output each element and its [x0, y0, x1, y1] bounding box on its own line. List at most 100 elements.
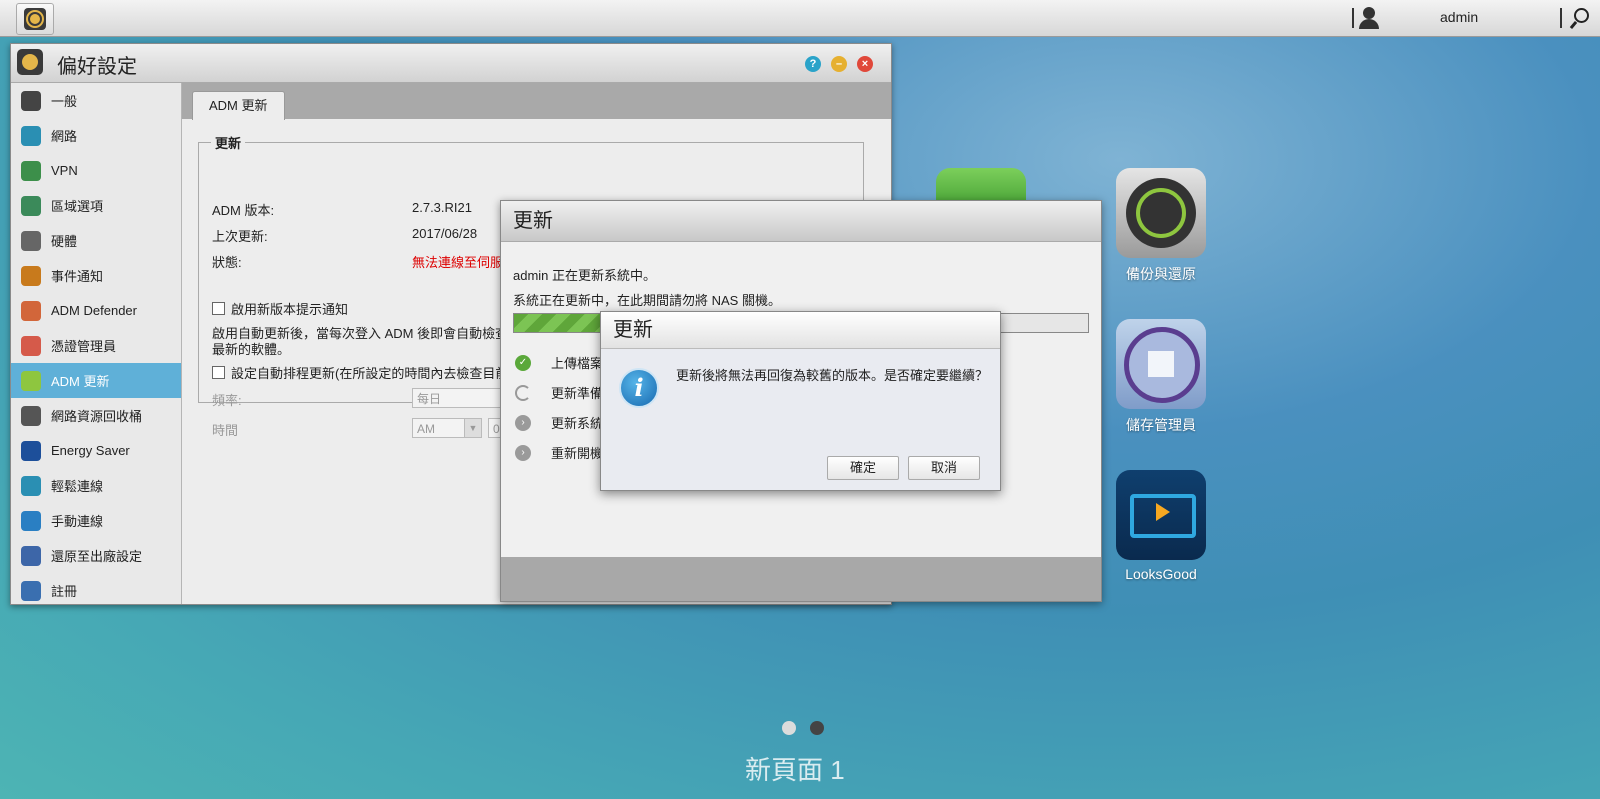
firewall-icon [21, 300, 41, 321]
desktop-page-label: 新頁面 1 [745, 755, 845, 785]
chevron-right-icon: › [515, 444, 531, 461]
page-dot[interactable] [782, 721, 796, 735]
sidebar-item[interactable]: 手動連線 [11, 503, 181, 538]
vpn-house-icon [21, 160, 41, 181]
sidebar-item[interactable]: 事件通知 [11, 258, 181, 293]
schedule-checkbox[interactable]: 設定自動排程更新(在所設定的時間內去檢查目前是 [212, 363, 521, 382]
tab-bar: ADM 更新 [182, 83, 891, 120]
frequency-label: 頻率: [212, 393, 242, 408]
adm-version-label: ADM 版本: [212, 203, 275, 218]
server-icon [21, 90, 41, 111]
manual-connect-icon [21, 510, 41, 531]
sidebar-item[interactable]: Energy Saver [11, 433, 181, 468]
group-title: 更新 [215, 136, 242, 151]
step-item: › 更新系統 [515, 413, 603, 432]
desktop-icon-label: LooksGood [1125, 566, 1197, 582]
sidebar-item[interactable]: ADM Defender [11, 293, 181, 328]
time-label: 時間 [212, 423, 239, 438]
info-icon: i [619, 368, 659, 408]
register-icon [21, 580, 41, 601]
dialog-message: 更新後將無法再回復為較舊的版本。是否確定要繼續？ [676, 368, 989, 383]
restore-icon [21, 545, 41, 566]
help-icon[interactable]: ? [805, 56, 821, 72]
desktop-icon-partial[interactable] [936, 168, 1026, 202]
sidebar-item-label: 憑證管理員 [51, 339, 117, 354]
checkbox-label: 設定自動排程更新(在所設定的時間內去檢查目前是 [231, 366, 522, 381]
sidebar-item-label: ADM Defender [51, 303, 137, 318]
ampm-select[interactable]: AM ▼ [412, 418, 482, 438]
desktop-icon-label: 儲存管理員 [1126, 417, 1196, 433]
sidebar-item-label: VPN [51, 163, 78, 178]
window-footer [501, 557, 1101, 601]
chevron-right-icon: › [515, 414, 531, 431]
sidebar-item[interactable]: ADM 更新 [11, 363, 181, 398]
search-icon[interactable] [1569, 8, 1589, 30]
window-titlebar[interactable]: 偏好設定 ? – × [11, 44, 891, 83]
enable-notify-checkbox[interactable]: 啟用新版本提示通知 [212, 299, 348, 318]
spinner-icon [515, 384, 531, 401]
separator [1560, 8, 1562, 28]
sidebar-item-label: 事件通知 [51, 269, 104, 284]
sidebar-item-label: ADM 更新 [51, 374, 110, 389]
cancel-button[interactable]: 取消 [908, 456, 980, 480]
alert-icon [21, 265, 41, 286]
sidebar-item[interactable]: 憑證管理員 [11, 328, 181, 363]
tab-adm-update[interactable]: ADM 更新 [192, 91, 285, 120]
sidebar-item[interactable]: 還原至出廠設定 [11, 538, 181, 573]
sidebar-item[interactable]: 網路 [11, 118, 181, 153]
frequency-select[interactable]: 每日 [412, 388, 502, 408]
checkbox[interactable] [212, 302, 225, 315]
gear-icon [17, 49, 43, 75]
step-label: 上傳檔案 [551, 356, 604, 371]
top-taskbar: admin [0, 0, 1600, 37]
close-icon[interactable]: × [857, 56, 873, 72]
desktop-icon-looksgood[interactable]: LooksGood [1116, 470, 1206, 582]
app-icon [936, 168, 1026, 202]
window-title[interactable]: 更新 [501, 201, 1101, 242]
gear-icon [24, 8, 46, 30]
user-icon[interactable] [1358, 7, 1380, 29]
window-title: 偏好設定 [57, 56, 137, 78]
ok-button[interactable]: 確定 [827, 456, 899, 480]
sidebar-item-label: Energy Saver [51, 443, 130, 458]
certificate-icon [21, 335, 41, 356]
dialog-title[interactable]: 更新 [601, 312, 1000, 349]
hardware-disk-icon [21, 230, 41, 251]
desktop-icon-label: 備份與還原 [1126, 266, 1196, 282]
update-arrow-icon [21, 370, 41, 391]
step-label: 更新準備 [551, 386, 604, 401]
sidebar-item[interactable]: 輕鬆連線 [11, 468, 181, 503]
sidebar-item-label: 網路資源回收桶 [51, 409, 143, 424]
chevron-down-icon: ▼ [464, 419, 481, 437]
checkbox-label: 啟用新版本提示通知 [231, 302, 349, 317]
desktop-icon-backup[interactable]: 備份與還原 [1116, 168, 1206, 284]
storage-manager-icon [1116, 319, 1206, 409]
cloud-connect-icon [21, 475, 41, 496]
recycle-bin-icon [21, 405, 41, 426]
confirm-dialog: 更新 i 更新後將無法再回復為較舊的版本。是否確定要繼續？ 確定 取消 [600, 311, 1001, 491]
sidebar-item[interactable]: 一般 [11, 83, 181, 118]
sidebar-item[interactable]: 硬體 [11, 223, 181, 258]
update-status-line: admin 正在更新系統中。 [513, 268, 657, 283]
auto-update-description: 最新的軟體。 [212, 342, 291, 357]
sidebar-item[interactable]: VPN [11, 153, 181, 188]
minimize-icon[interactable]: – [831, 56, 847, 72]
sidebar-item[interactable]: 區域選項 [11, 188, 181, 223]
sidebar-item[interactable]: 網路資源回收桶 [11, 398, 181, 433]
sidebar-item-label: 手動連線 [51, 514, 104, 529]
page-dot-active[interactable] [810, 721, 824, 735]
settings-app-button[interactable] [16, 3, 54, 35]
sidebar-item-label: 還原至出廠設定 [51, 549, 143, 564]
checkbox[interactable] [212, 366, 225, 379]
update-warning-line: 系統正在更新中，在此期間請勿將 NAS 關機。 [513, 293, 781, 308]
desktop-icon-storage[interactable]: 儲存管理員 [1116, 319, 1206, 435]
backup-restore-icon [1116, 168, 1206, 258]
step-item: 更新準備 [515, 383, 603, 402]
username-label[interactable]: admin [1440, 9, 1478, 25]
preferences-sidebar: 一般網路 VPN 區域選項 硬體事件通知 ADM Defender 憑證管理員 ADM 更新… [11, 83, 182, 604]
check-icon: ✓ [515, 354, 531, 371]
sidebar-item[interactable]: 註冊 [11, 573, 181, 604]
step-item: › 重新開機 [515, 443, 603, 462]
sidebar-item-label: 一般 [51, 94, 78, 109]
last-update-label: 上次更新: [212, 229, 268, 244]
